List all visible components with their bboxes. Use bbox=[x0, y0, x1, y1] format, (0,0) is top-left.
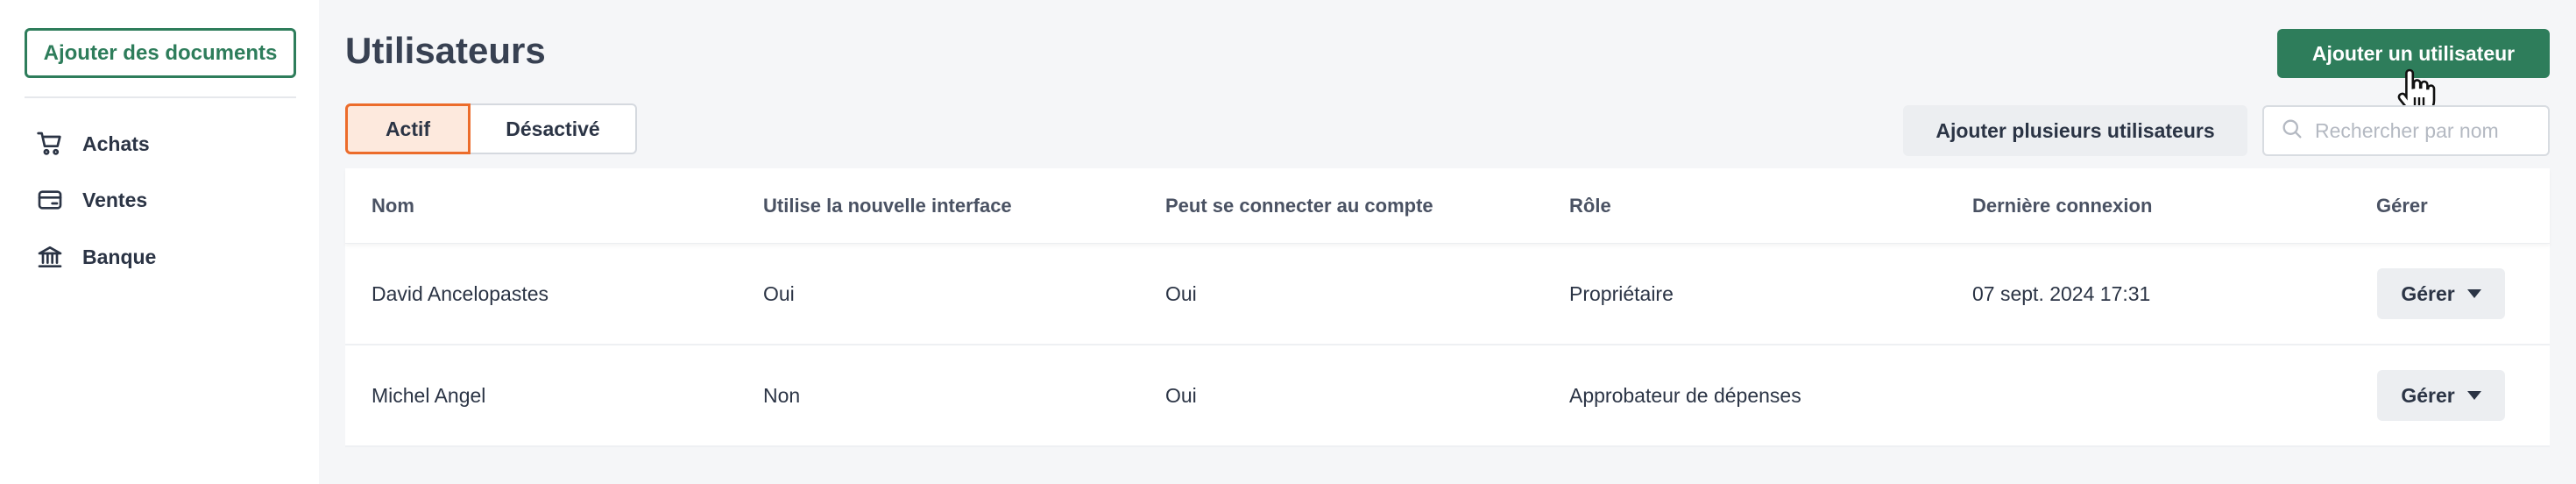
status-filter: Actif Désactivé bbox=[345, 103, 637, 154]
manage-button[interactable]: Gérer bbox=[2377, 268, 2505, 319]
cell-name: Michel Angel bbox=[372, 383, 486, 407]
card-icon bbox=[35, 185, 65, 215]
sidebar-item-ventes[interactable]: Ventes bbox=[35, 182, 147, 217]
cart-icon bbox=[35, 129, 65, 159]
cell-role: Approbateur de dépenses bbox=[1569, 383, 1801, 407]
filter-desactive-tab[interactable]: Désactivé bbox=[471, 103, 637, 154]
bank-icon bbox=[35, 242, 65, 272]
column-header-derniere-connexion: Dernière connexion bbox=[1972, 194, 2153, 217]
sidebar-item-label: Achats bbox=[82, 132, 150, 155]
add-multiple-users-button[interactable]: Ajouter plusieurs utilisateurs bbox=[1903, 105, 2247, 156]
sidebar-item-label: Banque bbox=[82, 245, 157, 268]
manage-button-label: Gérer bbox=[2401, 281, 2455, 305]
sidebar: Ajouter des documents Achats Ventes Banq… bbox=[0, 0, 319, 484]
search-box bbox=[2262, 105, 2550, 156]
add-documents-button[interactable]: Ajouter des documents bbox=[25, 28, 296, 78]
manage-button-label: Gérer bbox=[2401, 383, 2455, 407]
sidebar-item-banque[interactable]: Banque bbox=[35, 239, 156, 274]
cell-can-login: Oui bbox=[1165, 383, 1197, 407]
cell-new-interface: Oui bbox=[763, 281, 795, 305]
manage-button[interactable]: Gérer bbox=[2377, 370, 2505, 421]
sidebar-item-label: Ventes bbox=[82, 188, 148, 211]
sidebar-divider bbox=[25, 96, 296, 98]
table-row: David Ancelopastes Oui Oui Propriétaire … bbox=[345, 244, 2550, 345]
column-header-role: Rôle bbox=[1569, 194, 1611, 217]
page-title: Utilisateurs bbox=[345, 30, 546, 71]
cell-role: Propriétaire bbox=[1569, 281, 1674, 305]
column-header-nouvelle-interface: Utilise la nouvelle interface bbox=[763, 194, 1012, 217]
cell-last-login: 07 sept. 2024 17:31 bbox=[1972, 281, 2151, 305]
column-header-nom: Nom bbox=[372, 194, 414, 217]
main-content: Utilisateurs Ajouter un utilisateur Acti… bbox=[319, 0, 2576, 484]
column-header-connexion-compte: Peut se connecter au compte bbox=[1165, 194, 1433, 217]
search-icon bbox=[2280, 117, 2304, 146]
search-input[interactable] bbox=[2315, 118, 2534, 143]
table-row: Michel Angel Non Oui Approbateur de dépe… bbox=[345, 345, 2550, 447]
caret-down-icon bbox=[2466, 391, 2481, 400]
users-table: Nom Utilise la nouvelle interface Peut s… bbox=[345, 168, 2550, 447]
cell-new-interface: Non bbox=[763, 383, 801, 407]
column-header-gerer: Gérer bbox=[2376, 194, 2428, 217]
caret-down-icon bbox=[2466, 289, 2481, 298]
cell-can-login: Oui bbox=[1165, 281, 1197, 305]
table-header: Nom Utilise la nouvelle interface Peut s… bbox=[345, 168, 2550, 244]
filter-actif-tab[interactable]: Actif bbox=[345, 103, 471, 154]
sidebar-item-achats[interactable]: Achats bbox=[35, 126, 150, 161]
cell-name: David Ancelopastes bbox=[372, 281, 549, 305]
